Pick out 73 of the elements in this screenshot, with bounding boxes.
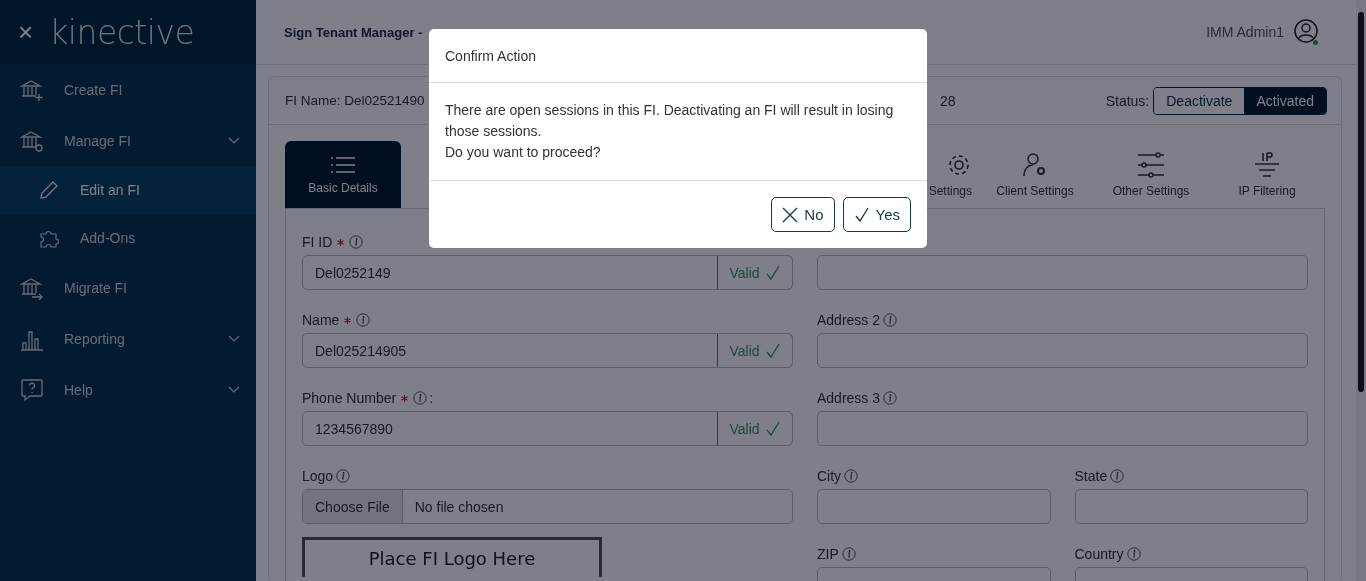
info-icon[interactable] bbox=[844, 469, 859, 483]
nav-item[interactable]: Reporting bbox=[0, 313, 256, 364]
text-field[interactable]: Del0252149 Valid bbox=[302, 255, 793, 290]
file-status: No file chosen bbox=[413, 497, 505, 517]
text-field[interactable] bbox=[817, 255, 1308, 290]
ip-filter-icon bbox=[1253, 151, 1281, 178]
nav-item[interactable]: Add-Ons bbox=[0, 214, 256, 262]
user-name: IMM Admin1 bbox=[1206, 24, 1284, 40]
chevron-down-icon[interactable] bbox=[228, 334, 240, 343]
text-field[interactable]: 1234567890 Valid bbox=[302, 411, 793, 446]
user-avatar-icon[interactable] bbox=[1294, 18, 1318, 46]
logo-upload-field[interactable]: Place FI Logo Here bbox=[302, 537, 602, 577]
tab[interactable]: Client Settings bbox=[977, 141, 1093, 208]
check-icon bbox=[764, 420, 781, 437]
yes-button[interactable]: Yes bbox=[842, 197, 911, 232]
nav-item[interactable]: Manage FI bbox=[0, 115, 256, 166]
field-label: Country bbox=[1074, 546, 1124, 562]
field-label: State bbox=[1074, 468, 1108, 484]
info-icon[interactable] bbox=[883, 391, 898, 405]
dialog-title: Confirm Action bbox=[445, 47, 537, 64]
field-label: ZIP bbox=[817, 546, 839, 562]
tab[interactable]: Basic Details bbox=[285, 141, 401, 208]
chevron-down-icon[interactable] bbox=[228, 136, 240, 145]
field-label: Phone Number bbox=[302, 390, 397, 406]
logo: kinective bbox=[49, 12, 195, 52]
info-icon[interactable] bbox=[349, 235, 364, 249]
field-label: City bbox=[817, 468, 842, 484]
user-gear-icon bbox=[1022, 151, 1048, 178]
text-field[interactable] bbox=[817, 333, 1308, 368]
pencil-icon bbox=[38, 179, 60, 201]
info-icon[interactable] bbox=[841, 547, 856, 561]
label-colon: : bbox=[429, 390, 434, 406]
nav-item[interactable]: Create FI bbox=[0, 64, 256, 115]
page-title: Sign Tenant Manager - bbox=[284, 24, 423, 40]
check-icon bbox=[764, 342, 781, 359]
close-icon[interactable]: × bbox=[18, 19, 34, 45]
field-label: Address 2 bbox=[817, 312, 881, 328]
scrollbar[interactable] bbox=[1356, 0, 1366, 581]
tab[interactable]: IP Filtering bbox=[1209, 141, 1325, 208]
choose-file-button[interactable]: Choose File bbox=[303, 490, 403, 523]
chevron-down-icon[interactable] bbox=[228, 385, 240, 394]
info-icon[interactable] bbox=[1110, 469, 1125, 483]
info-icon[interactable] bbox=[883, 313, 898, 327]
info-icon[interactable] bbox=[1126, 547, 1141, 561]
sliders-icon bbox=[1137, 151, 1165, 178]
field-label: FI ID bbox=[302, 234, 333, 250]
nav-item[interactable]: Edit an FI bbox=[0, 166, 256, 214]
field-label: Logo bbox=[302, 468, 334, 484]
nav-item[interactable]: Help bbox=[0, 364, 256, 415]
text-field[interactable] bbox=[817, 489, 1051, 524]
nav-item[interactable]: Migrate FI bbox=[0, 262, 256, 313]
text-field[interactable]: Del025214905 Valid bbox=[302, 333, 793, 368]
info-text: 28 bbox=[940, 92, 956, 109]
help-icon bbox=[20, 377, 44, 402]
list-icon bbox=[330, 154, 356, 175]
file-field[interactable]: Choose File No file chosen bbox=[302, 489, 793, 524]
info-icon[interactable] bbox=[356, 313, 371, 327]
text-field[interactable] bbox=[817, 411, 1308, 446]
info-icon[interactable] bbox=[413, 391, 428, 405]
tab[interactable]: Other Settings bbox=[1093, 141, 1209, 208]
fi-name: FI Name: Del02521490 bbox=[285, 93, 425, 108]
field-label: Address 3 bbox=[817, 390, 881, 406]
field-label: Name bbox=[302, 312, 340, 328]
no-button[interactable]: No bbox=[771, 197, 835, 232]
dialog-message: Do you want to proceed? bbox=[445, 143, 602, 162]
close-icon bbox=[782, 206, 799, 223]
status-toggle-option[interactable]: Activated bbox=[1244, 87, 1326, 114]
status-label: Status: bbox=[1105, 92, 1150, 109]
check-icon bbox=[853, 206, 870, 223]
text-field[interactable] bbox=[1074, 489, 1308, 524]
dialog-message: There are open sessions in this FI. Deactivating an FI will result in losing those sessions. bbox=[445, 101, 895, 141]
info-icon[interactable] bbox=[336, 469, 351, 483]
check-icon bbox=[764, 264, 781, 281]
